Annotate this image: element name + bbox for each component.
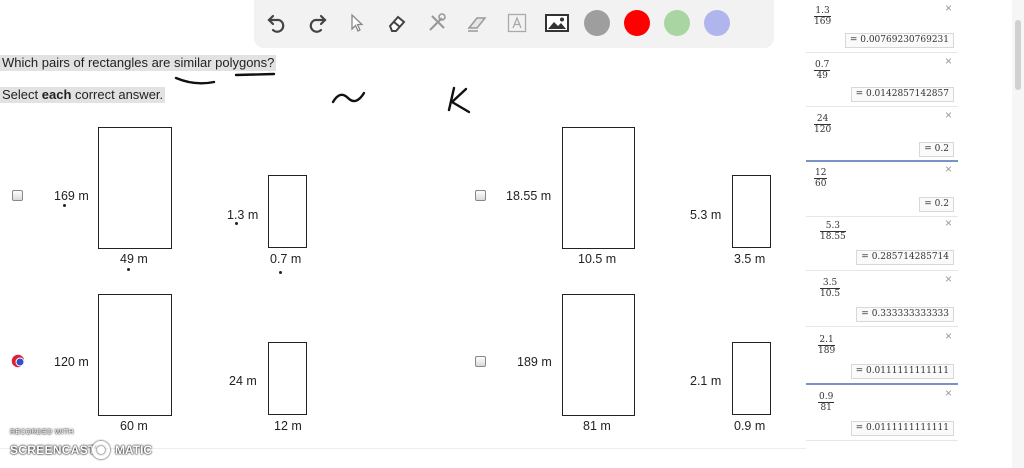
calc-expression[interactable]: 24 120	[814, 114, 832, 135]
option-2-small-width: 3.5 m	[734, 252, 766, 266]
option-3-small-rectangle	[268, 342, 307, 415]
calc-delete-icon[interactable]: ×	[945, 273, 952, 285]
calc-result: = 0.0142857142857	[850, 87, 954, 102]
calc-delete-icon[interactable]: ×	[945, 2, 952, 14]
option-2-big-rectangle	[562, 127, 635, 249]
option-4-big-rectangle	[562, 294, 635, 416]
calc-result: = 0.0111111111111	[850, 421, 954, 436]
calculator-panel: 1.3 169 = 0.00769230769231 × 0.7 49 = 0.01…	[806, 0, 958, 468]
calc-divider	[806, 106, 958, 107]
calc-divider-active	[806, 160, 958, 162]
calc-divider	[806, 52, 958, 53]
calc-divider	[806, 440, 958, 441]
scrollbar-thumb[interactable]	[1015, 20, 1021, 90]
cursor-marker-icon	[10, 353, 26, 369]
cursor-icon[interactable]	[342, 8, 372, 38]
option-3-small-width: 12 m	[274, 419, 302, 433]
option-1-small-rectangle	[268, 175, 307, 248]
question-instruction: Select each correct answer.	[0, 87, 166, 103]
option-2-small-height: 5.3 m	[690, 208, 722, 222]
option-3-big-rectangle	[98, 294, 172, 416]
option-2-big-height: 18.55 m	[506, 189, 552, 203]
calc-delete-icon[interactable]: ×	[945, 163, 952, 175]
annotation-dot	[63, 204, 66, 207]
calc-expression[interactable]: 5.3 18.55	[820, 221, 846, 242]
option-1-small-height: 1.3 m	[227, 208, 259, 222]
color-swatch-gray[interactable]	[582, 8, 612, 38]
option-1-small-width: 0.7 m	[270, 252, 302, 266]
option-4-small-width: 0.9 m	[734, 419, 766, 433]
option-3-checkbox[interactable]	[8, 352, 28, 370]
calc-expression[interactable]: 0.9 81	[818, 392, 835, 413]
option-1-big-height: 169 m	[54, 189, 89, 203]
undo-icon[interactable]	[262, 8, 292, 38]
option-2-checkbox[interactable]	[475, 190, 486, 201]
color-swatch-lavender[interactable]	[702, 8, 732, 38]
annotation-toolbar	[254, 0, 774, 48]
calc-delete-icon[interactable]: ×	[945, 330, 952, 342]
option-4-big-height: 189 m	[517, 355, 552, 369]
calc-delete-icon[interactable]: ×	[945, 109, 952, 121]
calc-expression[interactable]: 3.5 10.5	[820, 278, 841, 299]
option-4-big-width: 81 m	[583, 419, 611, 433]
calc-divider	[806, 326, 958, 327]
calc-divider	[806, 270, 958, 271]
calc-expression[interactable]: 12 60	[814, 168, 828, 189]
calc-result: = 0.333333333333	[856, 307, 954, 322]
option-3-big-height: 120 m	[54, 355, 89, 369]
calc-delete-icon[interactable]: ×	[945, 55, 952, 67]
annotation-dot	[127, 268, 130, 271]
image-icon[interactable]	[542, 8, 572, 38]
calc-result: = 0.00769230769231	[844, 33, 954, 48]
color-swatch-red[interactable]	[622, 8, 652, 38]
calc-result: = 0.2	[919, 197, 954, 212]
annotation-dot	[279, 271, 282, 274]
calc-delete-icon[interactable]: ×	[945, 217, 952, 229]
watermark-brand-left: SCREENCAST	[10, 443, 96, 457]
watermark-logo-dot	[97, 446, 105, 454]
calc-expression[interactable]: 2.1 189	[818, 335, 836, 356]
redo-icon[interactable]	[302, 8, 332, 38]
calc-result: = 0.0111111111111	[850, 364, 954, 379]
calc-result: = 0.2	[919, 142, 954, 157]
calc-expression[interactable]: 1.3 169	[814, 6, 832, 27]
option-3-big-width: 60 m	[120, 419, 148, 433]
eraser-icon[interactable]	[382, 8, 412, 38]
option-3-small-height: 24 m	[229, 374, 257, 388]
option-1-big-rectangle	[98, 127, 172, 249]
color-swatch-green[interactable]	[662, 8, 692, 38]
watermark-brand-right: MATIC	[115, 443, 153, 457]
highlighter-icon[interactable]	[462, 8, 492, 38]
option-4-small-height: 2.1 m	[690, 374, 722, 388]
option-4-checkbox[interactable]	[475, 356, 486, 367]
calc-expression[interactable]: 0.7 49	[814, 60, 831, 81]
option-1-big-width: 49 m	[120, 252, 148, 266]
option-2-big-width: 10.5 m	[578, 252, 617, 266]
tools-icon[interactable]	[422, 8, 452, 38]
option-1-checkbox[interactable]	[12, 190, 23, 201]
calc-delete-icon[interactable]: ×	[945, 387, 952, 399]
annotation-dot	[235, 222, 238, 225]
text-icon[interactable]	[502, 8, 532, 38]
calc-divider	[806, 216, 958, 217]
handwritten-annotations	[174, 72, 471, 114]
calc-divider-active	[806, 383, 958, 385]
option-2-small-rectangle	[732, 175, 771, 248]
calc-result: = 0.285714285714	[856, 250, 954, 265]
option-4-small-rectangle	[732, 342, 771, 415]
watermark-recorded: RECORDED WITH	[10, 429, 74, 436]
